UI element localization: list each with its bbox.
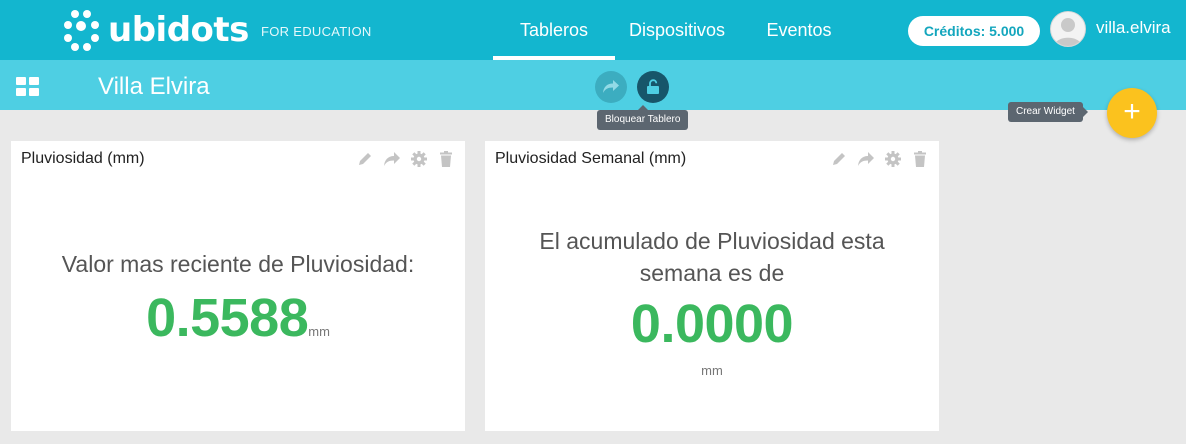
share-arrow-icon: [603, 80, 619, 93]
unlock-icon: [647, 79, 659, 94]
widget-value-row: 0.0000: [485, 293, 939, 355]
trash-icon[interactable]: [911, 150, 929, 168]
share-icon[interactable]: [857, 150, 875, 168]
lock-tooltip: Bloquear Tablero: [597, 105, 689, 130]
nav-tab-tableros[interactable]: Tableros: [493, 0, 615, 60]
widget-title: Pluviosidad (mm): [21, 150, 145, 167]
logo-dots-icon: [62, 9, 104, 51]
ubidots-logo[interactable]: ubidots: [62, 9, 249, 51]
widget-pluviosidad: Pluviosidad (mm) Valor mas reciente de P…: [11, 141, 465, 431]
edit-pencil-icon[interactable]: [356, 150, 374, 168]
widget-toolbar: [356, 150, 455, 168]
value-unit: mm: [701, 363, 723, 378]
nav-tab-dispositivos[interactable]: Dispositivos: [622, 0, 732, 60]
add-widget-button[interactable]: +: [1107, 88, 1157, 138]
username-menu[interactable]: villa.elvira: [1096, 18, 1176, 38]
lock-board-button[interactable]: [637, 71, 669, 103]
rain-latest-value: 0.5588: [146, 288, 309, 348]
widget-label: El acumulado de Pluviosidad esta semana …: [539, 228, 885, 286]
board-title: Villa Elvira: [98, 73, 210, 100]
top-navbar: ubidots FOR EDUCATION Tableros Dispositi…: [0, 0, 1186, 60]
logo-subtitle: FOR EDUCATION: [261, 24, 372, 39]
user-icon: [1054, 18, 1082, 46]
credits-button[interactable]: Créditos: 5.000: [908, 16, 1040, 46]
widget-value-row: 0.5588mm: [11, 287, 465, 349]
dashboards-grid-icon[interactable]: [16, 77, 40, 97]
gear-icon[interactable]: [884, 150, 902, 168]
share-icon[interactable]: [383, 150, 401, 168]
widget-title: Pluviosidad Semanal (mm): [495, 150, 687, 167]
logo-text: ubidots: [108, 10, 249, 50]
avatar[interactable]: [1050, 11, 1086, 47]
trash-icon[interactable]: [437, 150, 455, 168]
value-unit: mm: [308, 324, 330, 339]
nav-tab-eventos[interactable]: Eventos: [758, 0, 840, 60]
add-widget-tooltip: Crear Widget: [1008, 102, 1088, 122]
edit-pencil-icon[interactable]: [830, 150, 848, 168]
widget-pluviosidad-semanal: Pluviosidad Semanal (mm) El acumulado de…: [485, 141, 939, 431]
share-board-button[interactable]: [595, 71, 627, 103]
gear-icon[interactable]: [410, 150, 428, 168]
rain-weekly-value: 0.0000: [630, 294, 794, 354]
widget-toolbar: [830, 150, 929, 168]
widget-label: Valor mas reciente de Pluviosidad:: [61, 251, 415, 277]
